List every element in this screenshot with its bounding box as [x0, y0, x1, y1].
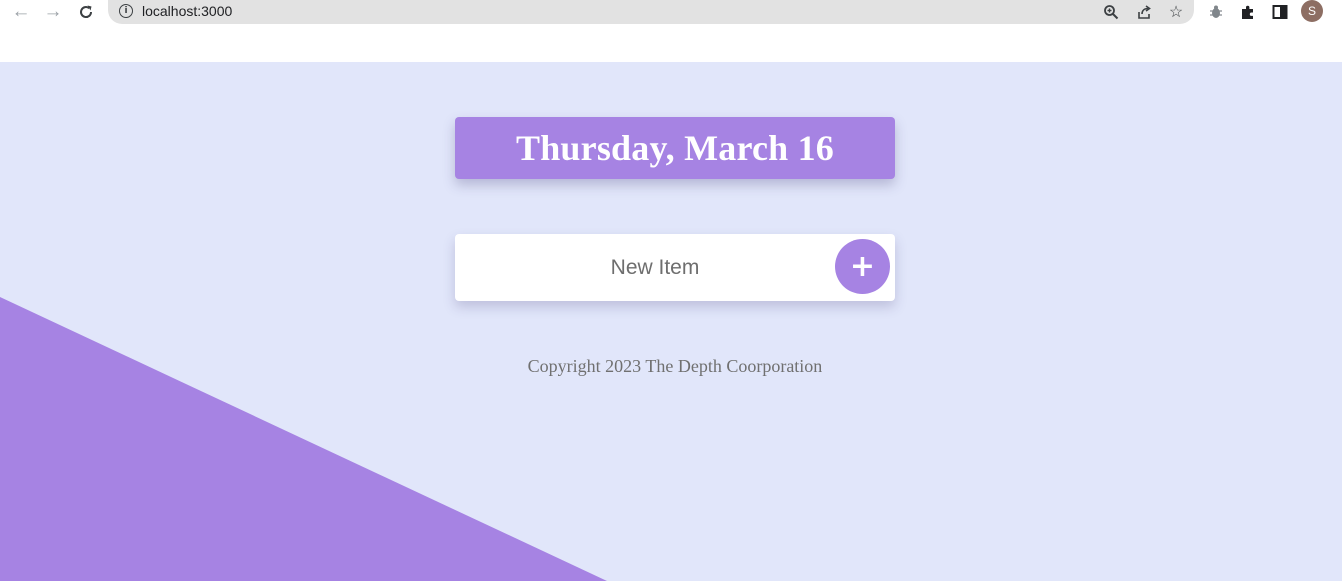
reload-icon[interactable]	[74, 0, 98, 24]
page-title: Thursday, March 16	[516, 128, 834, 168]
avatar[interactable]: S	[1301, 0, 1323, 22]
side-panel-icon[interactable]	[1268, 0, 1292, 24]
puzzle-icon[interactable]	[1236, 0, 1260, 24]
add-item-button[interactable]: +	[835, 239, 890, 294]
new-item-form: +	[455, 234, 895, 301]
share-icon[interactable]	[1133, 1, 1155, 23]
new-item-input[interactable]	[455, 234, 855, 301]
arrow-left-icon[interactable]: ←	[9, 0, 33, 24]
arrow-right-icon[interactable]: →	[41, 0, 65, 24]
info-icon[interactable]: i	[119, 4, 133, 18]
date-heading-box: Thursday, March 16	[455, 117, 895, 179]
app-page: Thursday, March 16 + Copyright 2023 The …	[0, 62, 1342, 581]
star-icon[interactable]: ☆	[1165, 1, 1187, 23]
bug-icon[interactable]	[1204, 0, 1228, 24]
footer-copyright: Copyright 2023 The Depth Coorporation	[527, 356, 823, 376]
url-text[interactable]: localhost:3000	[142, 2, 232, 20]
browser-toolbar: ← → i localhost:3000 ☆ S	[0, 0, 1342, 63]
address-bar[interactable]: i localhost:3000 ☆	[108, 0, 1194, 24]
zoom-icon[interactable]	[1100, 1, 1122, 23]
